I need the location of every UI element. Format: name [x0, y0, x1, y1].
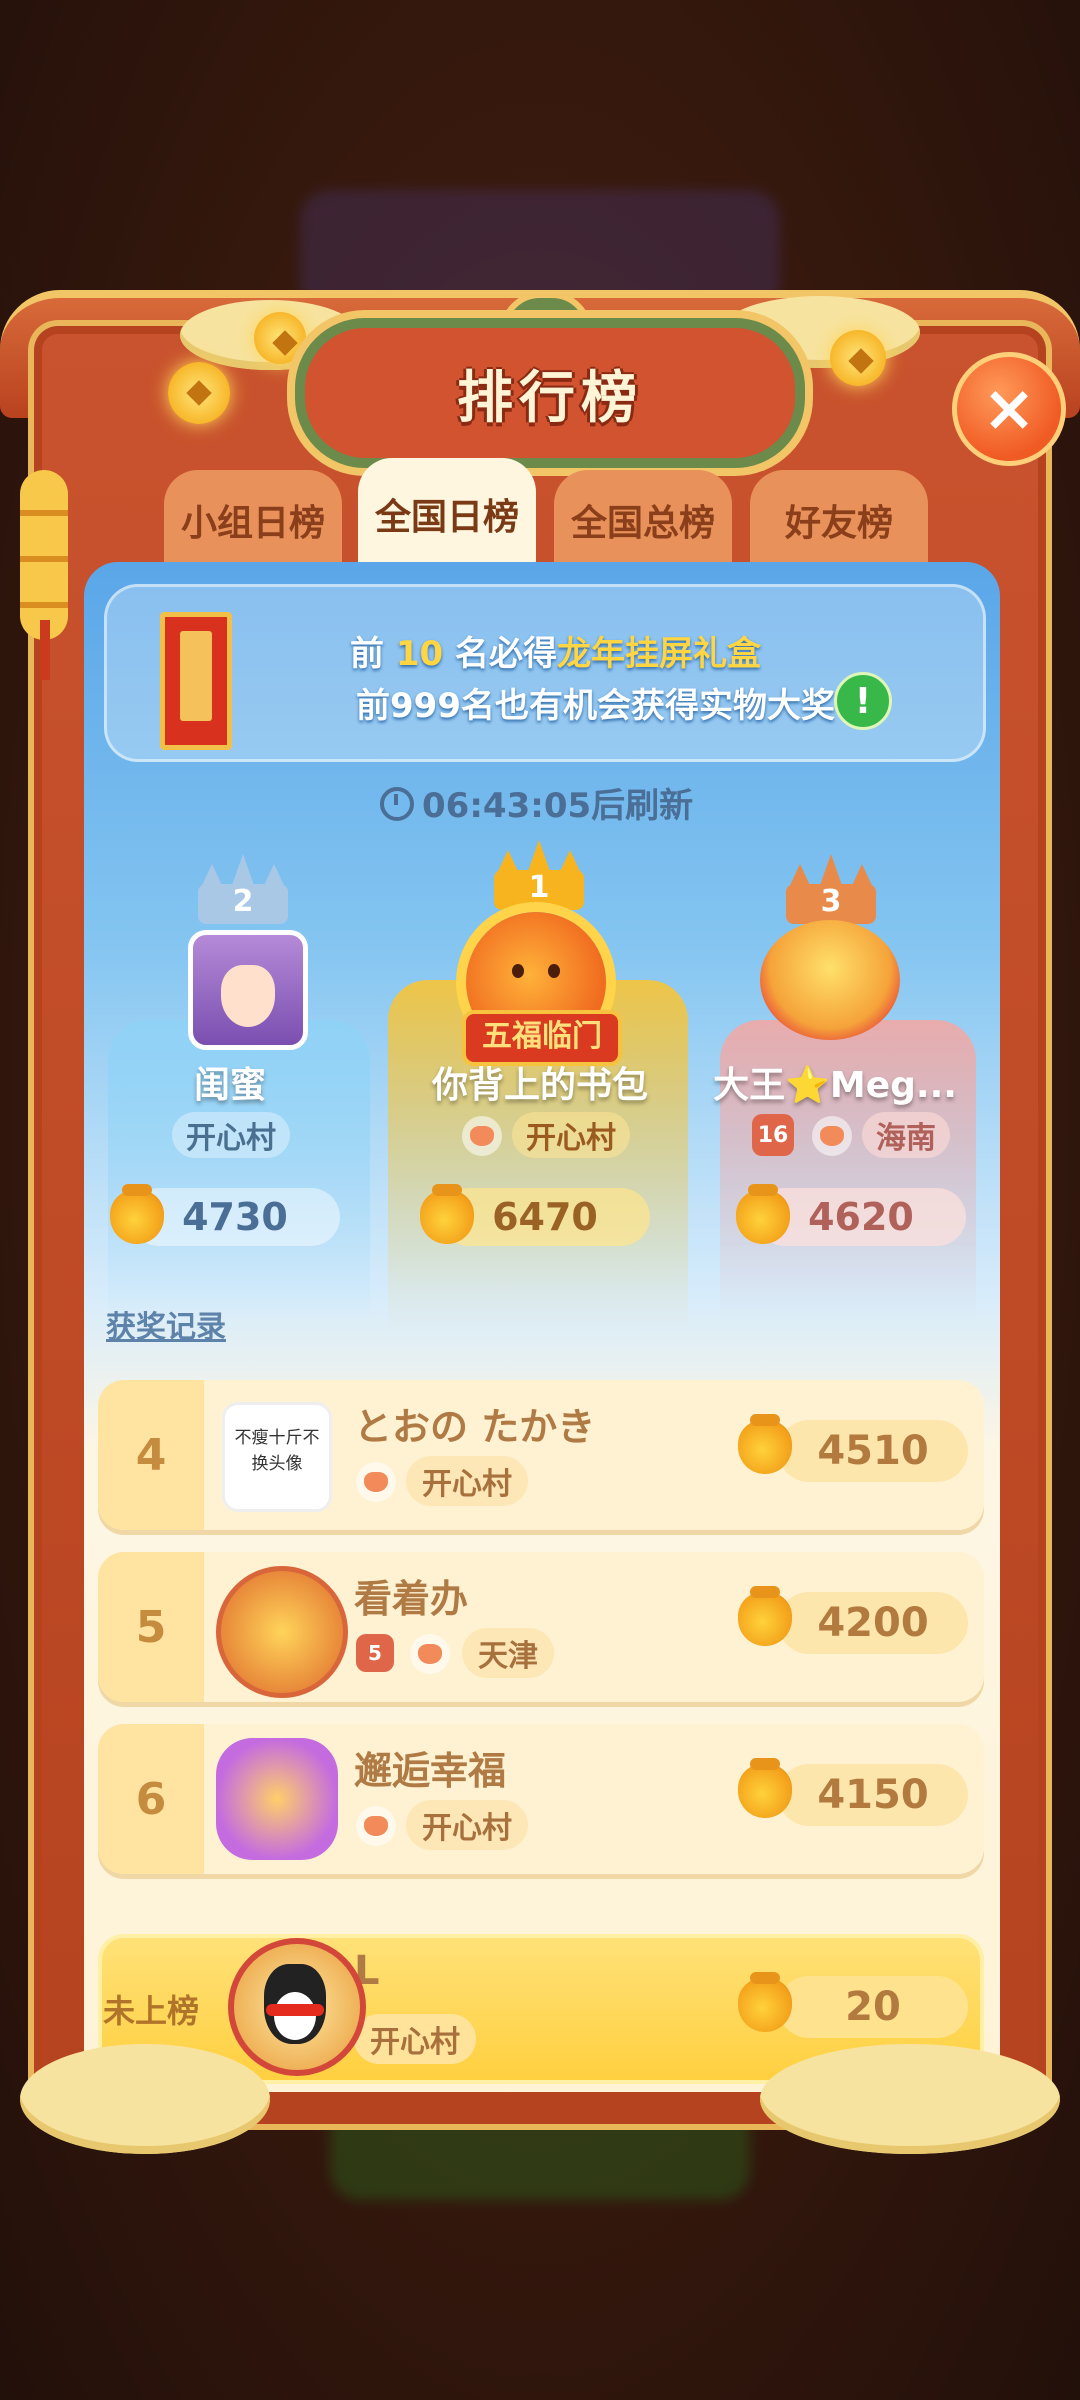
money-bag-icon [738, 1758, 792, 1818]
coin-icon [168, 362, 230, 424]
village-badge-icon [356, 1806, 396, 1846]
money-bag-icon [738, 1586, 792, 1646]
money-bag-icon [738, 1414, 792, 1474]
refresh-timer: 06:43:05后刷新 [380, 778, 693, 827]
village-badge-icon [356, 1462, 396, 1502]
village-tag: 开心村 [512, 1112, 630, 1158]
coin-icon [254, 312, 306, 364]
village-tag: 开心村 [172, 1112, 290, 1158]
podium-name-third: 大王⭐Meg... [713, 1065, 957, 1106]
money-bag-icon [110, 1184, 164, 1244]
close-icon: × [982, 372, 1036, 446]
avatar [216, 1738, 338, 1860]
player-name: とおの たかき [354, 1405, 596, 1449]
award-record-link[interactable]: 获奖记录 [106, 1302, 226, 1346]
avatar-caption: 不瘦十斤不换头像 [234, 1428, 320, 1474]
prize-scroll-icon [160, 612, 232, 750]
close-button[interactable]: × [952, 352, 1066, 466]
avatar-third[interactable] [760, 920, 900, 1040]
banner-line-2: 前999名也有机会获得实物大奖 [356, 686, 835, 726]
info-button[interactable]: ! [834, 672, 892, 730]
podium-name-second: 闺蜜 [193, 1065, 266, 1106]
table-row[interactable]: 4 不瘦十斤不换头像 とおの たかき 开心村 4510 [98, 1380, 984, 1530]
money-bag-icon [738, 1972, 792, 2032]
village-tag: 天津 [462, 1628, 554, 1678]
table-row[interactable]: 6 邂逅幸福 开心村 4150 [98, 1724, 984, 1874]
crown-gold-icon: 1 [494, 840, 584, 910]
rank-number: 4 [98, 1380, 204, 1530]
crown-bronze-icon: 3 [786, 854, 876, 924]
player-score: 4200 [778, 1592, 968, 1654]
banner-line-1: 前 10 名必得龙年挂屏礼盒 [350, 634, 762, 674]
avatar [216, 1566, 348, 1698]
cloud-decoration [760, 2044, 1060, 2154]
title-plaque: 排行榜 [295, 318, 805, 468]
tab-group-daily[interactable]: 小组日榜 [164, 470, 342, 570]
rank-number: 6 [98, 1724, 204, 1874]
exclamation-icon: ! [854, 680, 872, 722]
village-badge-icon [462, 1116, 502, 1156]
podium-name-first: 你背上的书包 [431, 1065, 648, 1106]
dialog-title: 排行榜 [457, 365, 643, 431]
tab-friends[interactable]: 好友榜 [750, 470, 928, 570]
clock-icon [380, 787, 414, 821]
player-name: 邂逅幸福 [354, 1749, 507, 1793]
player-score: 4150 [778, 1764, 968, 1826]
player-name: 看着办 [354, 1577, 469, 1621]
level-badge: 5 [356, 1634, 394, 1672]
region-tag: 海南 [862, 1112, 950, 1158]
village-tag: 开心村 [406, 1800, 528, 1850]
rank-number: 5 [98, 1552, 204, 1702]
level-badge: 16 [752, 1114, 794, 1156]
crown-silver-icon: 2 [198, 854, 288, 924]
avatar-second[interactable] [188, 930, 308, 1050]
money-bag-icon [736, 1184, 790, 1244]
coin-tassel-icon [20, 470, 68, 640]
table-row[interactable]: 5 看着办 5 天津 4200 [98, 1552, 984, 1702]
tassel-tail [40, 620, 50, 680]
money-bag-icon [420, 1184, 474, 1244]
avatar: 不瘦十斤不换头像 [222, 1402, 332, 1512]
my-avatar-penguin-icon [228, 1938, 366, 2076]
my-score: 20 [778, 1976, 968, 2038]
cloud-decoration [20, 2044, 270, 2154]
banner-top-count: 10 [395, 634, 444, 674]
banner-prize-name: 龙年挂屏礼盒 [557, 634, 762, 674]
player-score: 4510 [778, 1420, 968, 1482]
village-badge-icon [812, 1116, 852, 1156]
tab-national-total[interactable]: 全国总榜 [554, 470, 732, 570]
coin-icon [830, 330, 886, 386]
village-tag: 开心村 [406, 1456, 528, 1506]
village-tag: 开心村 [354, 2014, 476, 2064]
tab-national-daily[interactable]: 全国日榜 [358, 458, 536, 570]
village-badge-icon [410, 1634, 450, 1674]
